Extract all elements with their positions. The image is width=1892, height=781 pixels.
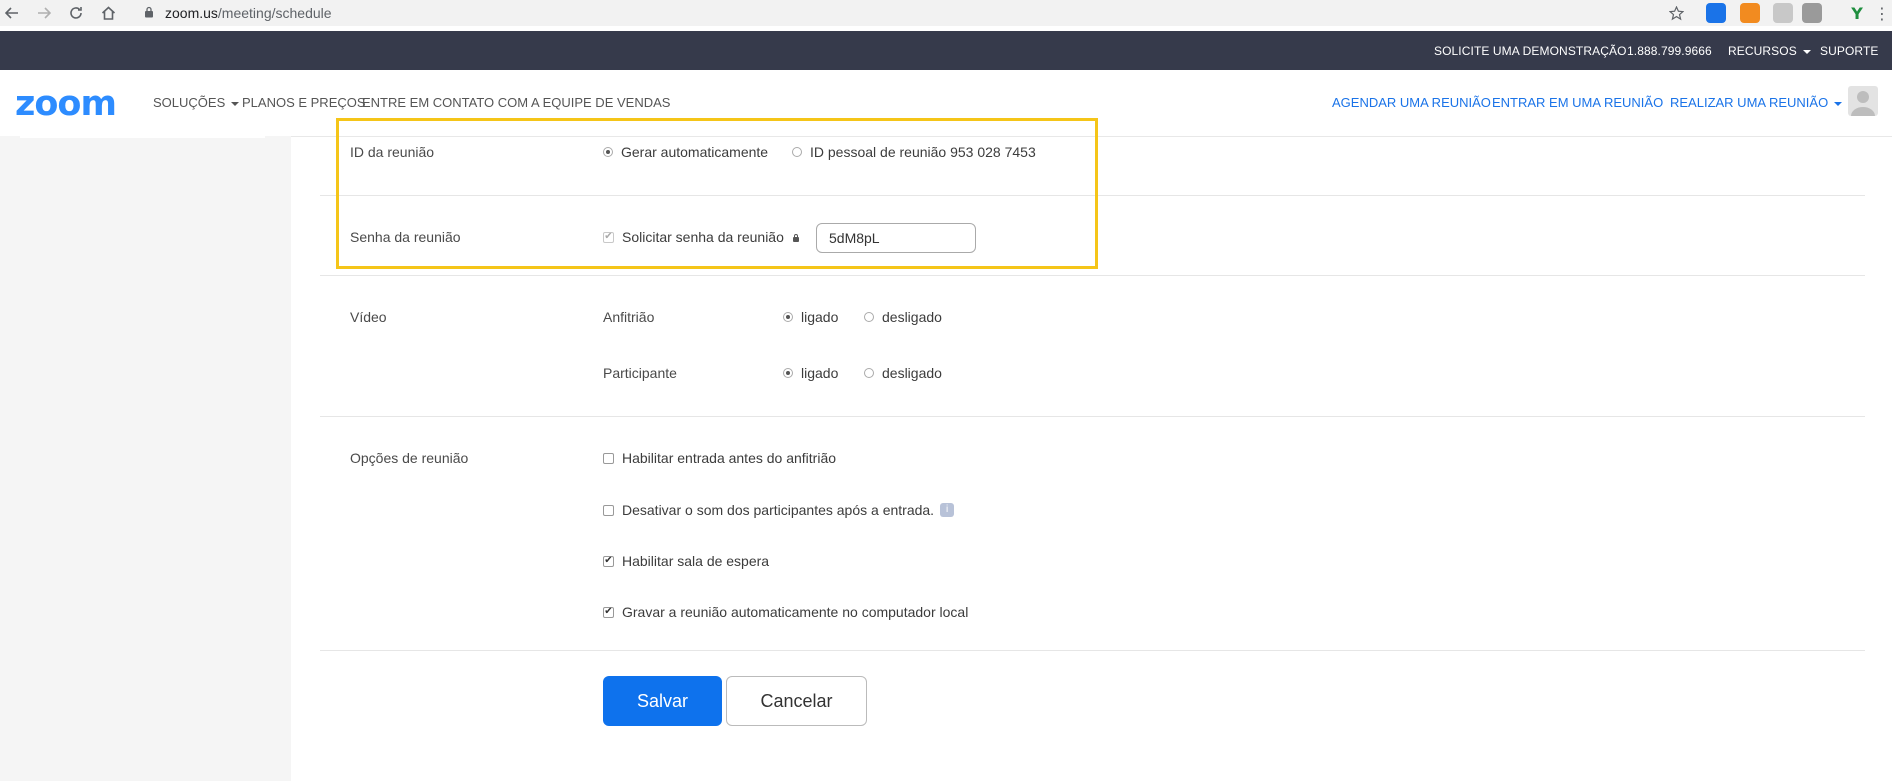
star-icon[interactable] [1666,3,1686,23]
checkbox-checked-icon: ✔ [603,555,614,567]
sidebar-divider [20,136,265,138]
solutions-menu[interactable]: SOLUÇÕES [153,95,240,110]
kebab-menu-icon[interactable]: ⋮ [1874,3,1890,23]
video-host-off-label: desligado [882,309,942,325]
video-participant-on-radio[interactable]: ligado [783,365,838,381]
video-label: Vídeo [350,309,387,325]
radio-unselected-icon [864,368,874,378]
chevron-down-icon [231,101,240,106]
video-participant-on-label: ligado [801,365,839,381]
join-before-host-label: Habilitar entrada antes do anfitrião [622,450,837,466]
solutions-label: SOLUÇÕES [153,95,226,110]
save-button[interactable]: Salvar [603,676,722,726]
waiting-room-label: Habilitar sala de espera [622,553,770,569]
back-arrow-icon[interactable] [2,3,22,23]
extension-chat-icon[interactable] [1773,3,1793,23]
home-icon[interactable] [98,3,118,23]
chevron-down-icon [1834,101,1843,106]
extension-compass-icon[interactable] [1706,3,1726,23]
phone-number[interactable]: 1.888.799.9666 [1627,44,1712,58]
auto-record-label: Gravar a reunião automaticamente no comp… [622,604,969,620]
video-participant-off-label: desligado [882,365,942,381]
video-participant-off-radio[interactable]: desligado [864,365,942,381]
support-link[interactable]: SUPORTE [1820,44,1879,58]
zoom-logo[interactable]: zoom [15,84,117,124]
sidebar [0,136,291,781]
mute-on-entry-label: Desativar o som dos participantes após a… [622,502,935,518]
host-meeting-menu[interactable]: REALIZAR UMA REUNIÃO [1670,95,1843,110]
plans-link[interactable]: PLANOS E PREÇOS [242,95,366,110]
lock-icon [145,6,153,18]
host-meeting-label: REALIZAR UMA REUNIÃO [1670,95,1829,110]
radio-selected-icon [783,368,793,378]
chevron-down-icon [1802,49,1811,54]
info-icon[interactable]: i [940,503,955,517]
divider [320,416,1865,417]
extension-badge-icon[interactable] [1740,3,1760,23]
video-participant-label: Participante [603,365,677,381]
url-host: zoom.us [165,5,218,21]
checkbox-checked-icon: ✔ [603,606,614,618]
forward-arrow-icon[interactable] [34,3,54,23]
extension-drive-icon[interactable] [1802,3,1822,23]
address-bar[interactable]: zoom.us/meeting/schedule [165,5,332,21]
highlight-annotation [336,118,1098,269]
video-host-off-radio[interactable]: desligado [864,309,942,325]
waiting-room-checkbox[interactable]: ✔ Habilitar sala de espera [603,553,769,569]
auto-record-checkbox[interactable]: ✔ Gravar a reunião automaticamente no co… [603,604,968,620]
extension-y-icon[interactable]: Y [1847,3,1867,23]
schedule-meeting-link[interactable]: AGENDAR UMA REUNIÃO [1332,95,1491,110]
video-host-label: Anfitrião [603,309,655,325]
join-meeting-link[interactable]: ENTRAR EM UMA REUNIÃO [1492,95,1663,110]
checkbox-unchecked-icon [603,452,614,464]
join-before-host-checkbox[interactable]: Habilitar entrada antes do anfitrião [603,450,836,466]
video-host-on-label: ligado [801,309,839,325]
meeting-options-label: Opções de reunião [350,450,469,466]
request-demo-link[interactable]: SOLICITE UMA DEMONSTRAÇÃO [1434,44,1627,58]
radio-selected-icon [783,312,793,322]
avatar[interactable] [1848,86,1878,116]
resources-menu[interactable]: RECURSOS [1728,44,1811,58]
radio-unselected-icon [864,312,874,322]
divider [320,650,1865,651]
checkbox-unchecked-icon [603,504,614,516]
cancel-button[interactable]: Cancelar [726,676,867,726]
divider [320,275,1865,276]
url-path: /meeting/schedule [217,5,332,21]
contact-sales-link[interactable]: ENTRE EM CONTATO COM A EQUIPE DE VENDAS [362,95,670,110]
mute-on-entry-checkbox[interactable]: Desativar o som dos participantes após a… [603,502,955,518]
video-host-on-radio[interactable]: ligado [783,309,838,325]
resources-label: RECURSOS [1728,44,1797,58]
reload-icon[interactable] [66,3,86,23]
